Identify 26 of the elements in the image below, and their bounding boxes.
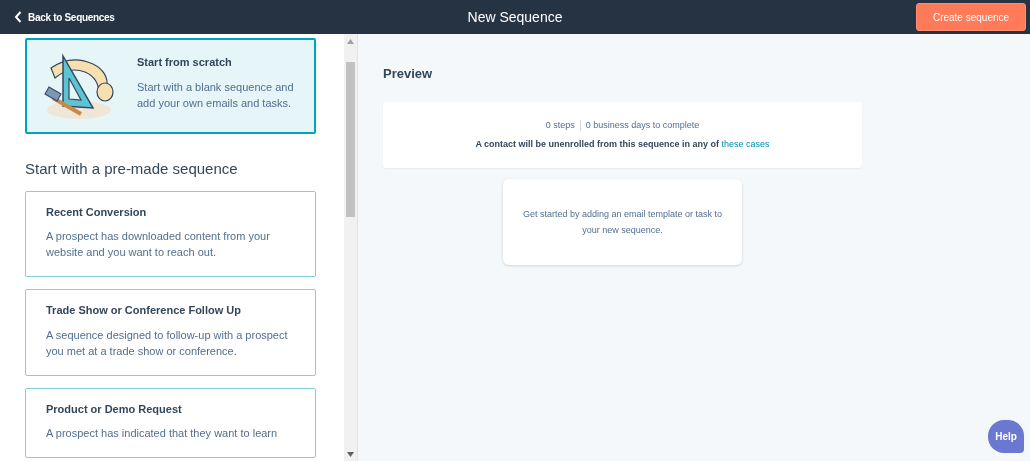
card-description: A prospect has downloaded content from your website and you want to reach out.	[46, 229, 271, 260]
duration-text: 0 business days to complete	[585, 119, 700, 130]
section-heading: Start with a pre-made sequence	[25, 159, 239, 179]
empty-state-message: Get started by adding an email template or task to your new sequence.	[503, 178, 742, 265]
card-title: Trade Show or Conference Follow Up	[46, 303, 242, 318]
template-card[interactable]: Trade Show or Conference Follow Up A sequence designed to follow-up with a prospect you met at a trade show or conference.	[25, 289, 317, 376]
unenroll-text: A contact will be unenrolled from this sequence in any of these cases	[474, 138, 771, 151]
card-title: Start from scratch	[137, 55, 233, 70]
chevron-left-icon	[14, 11, 22, 23]
help-button[interactable]: Help	[988, 420, 1024, 453]
template-card[interactable]: Product or Demo Request A prospect has indicated that they want to learn	[25, 387, 317, 458]
back-link[interactable]: Back to Sequences	[14, 9, 115, 25]
steps-count: 0 steps	[545, 119, 575, 130]
page-title: New Sequence	[467, 8, 563, 25]
template-card[interactable]: Recent Conversion A prospect has downloaded content from your website and you want to reach out.	[25, 190, 317, 277]
start-from-scratch-card[interactable]: Start from scratch Start with a blank sequence and add your own emails and tasks.	[25, 38, 317, 134]
these-cases-link[interactable]: these cases	[721, 139, 770, 149]
card-title: Recent Conversion	[46, 204, 148, 220]
scrollbar-thumb[interactable]	[346, 62, 355, 217]
card-description: A prospect has indicated that they want to learn	[46, 426, 279, 441]
card-title: Product or Demo Request	[46, 401, 183, 417]
scroll-down-icon[interactable]	[347, 452, 354, 457]
scroll-up-icon[interactable]	[347, 39, 354, 44]
card-description: Start with a blank sequence and add your own emails and tasks.	[137, 79, 295, 111]
preview-heading: Preview	[383, 65, 434, 83]
card-description: A sequence designed to follow-up with a prospect you met at a trade show or conference.	[46, 327, 289, 359]
